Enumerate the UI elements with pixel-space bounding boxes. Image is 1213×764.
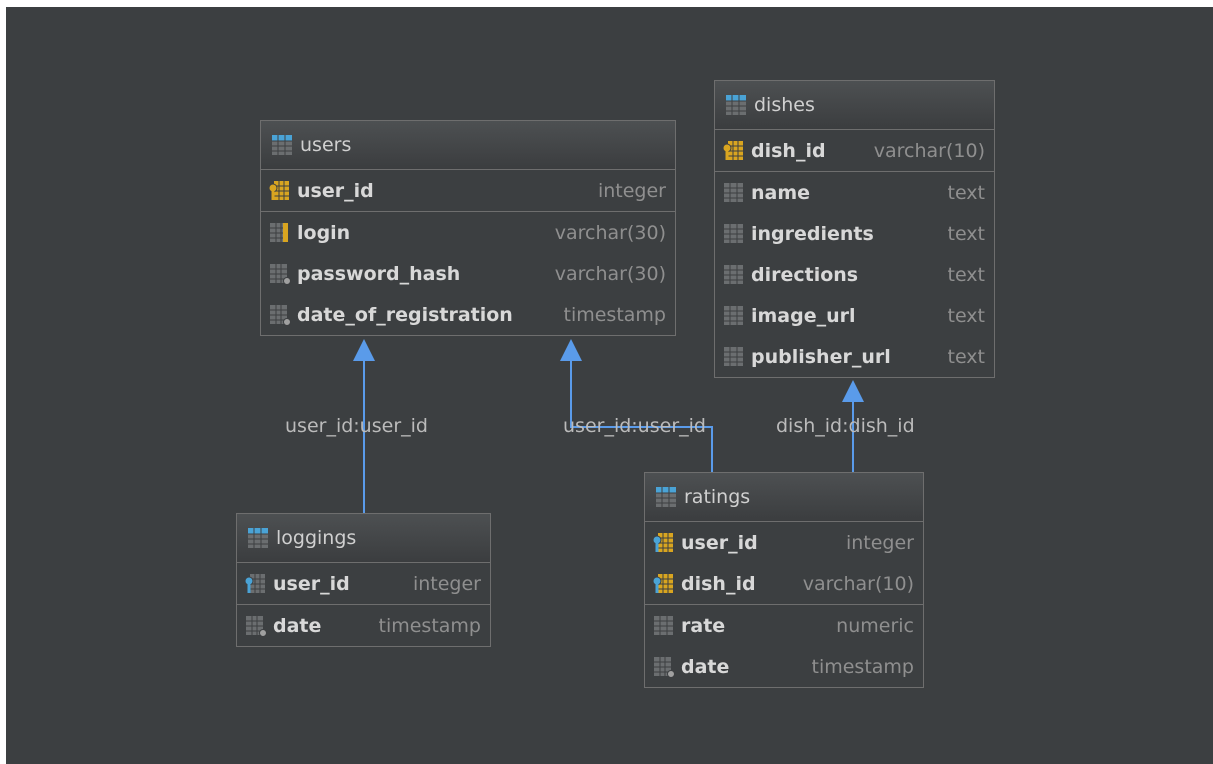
table-header[interactable]: dishes [715,81,994,130]
column-icon [722,182,746,204]
column-name: dish_id [681,572,756,595]
column-row[interactable]: dish_id varchar(10) [645,563,923,604]
column-type: varchar(10) [802,572,914,595]
foreign-key-icon [244,573,268,595]
table-icon [247,527,269,549]
column-row[interactable]: date timestamp [645,646,923,687]
columns-section: rate numeric date timestamp [645,605,923,687]
primary-key-section: user_id integer [261,170,675,212]
column-row[interactable]: publisher_url text [715,336,994,377]
column-name: date [681,655,730,678]
relationship-links [353,339,864,513]
column-name: user_id [681,531,758,554]
column-type: timestamp [563,303,667,326]
link-arrowhead [842,380,864,402]
columns-section: login varchar(30) password_hash varchar(… [261,212,675,335]
not-null-column-icon [268,263,292,285]
column-icon [722,305,746,327]
column-type: timestamp [378,614,482,637]
column-type: text [947,181,986,204]
column-name: name [751,181,811,204]
link-arrowhead [353,339,375,361]
table-icon [725,94,747,116]
column-type: text [947,222,986,245]
table-header[interactable]: loggings [237,514,490,563]
primary-key-icon [722,140,746,162]
table-icon [271,134,293,156]
link-label-loggings-users: user_id:user_id [285,415,428,437]
table-loggings[interactable]: loggings user_id integer date timestamp [236,513,491,647]
table-users[interactable]: users user_id integer login varchar(30) … [260,120,676,336]
link-arrowhead [560,339,582,361]
column-type: varchar(30) [554,262,666,285]
column-row[interactable]: user_id integer [645,522,923,563]
columns-section: name text ingredients text directions te… [715,172,994,377]
primary-key-section: dish_id varchar(10) [715,130,994,172]
column-type: varchar(10) [873,139,985,162]
not-null-column-icon [244,615,268,637]
table-header[interactable]: ratings [645,473,923,522]
column-type: numeric [836,614,914,637]
table-header[interactable]: users [261,121,675,170]
primary-foreign-key-icon [652,573,676,595]
column-row[interactable]: password_hash varchar(30) [261,253,675,294]
column-name: publisher_url [751,345,891,368]
table-dishes[interactable]: dishes dish_id varchar(10) name text ing… [714,80,995,378]
column-type: integer [412,572,481,595]
column-name: date_of_registration [297,303,513,326]
column-row[interactable]: user_id integer [237,563,490,604]
column-row[interactable]: user_id integer [261,170,675,211]
not-null-column-icon [268,304,292,326]
column-name: user_id [297,179,374,202]
column-icon [722,264,746,286]
table-name: loggings [276,527,357,549]
column-type: text [947,304,986,327]
column-row[interactable]: dish_id varchar(10) [715,130,994,171]
column-icon [722,223,746,245]
column-name: directions [751,263,859,286]
column-row[interactable]: rate numeric [645,605,923,646]
column-name: date [273,614,322,637]
column-icon [722,346,746,368]
primary-key-section: user_id integer dish_id varchar(10) [645,522,923,605]
table-ratings[interactable]: ratings user_id integer dish_id varchar(… [644,472,924,688]
not-null-column-icon [652,656,676,678]
column-row[interactable]: date_of_registration timestamp [261,294,675,335]
unique-column-icon [268,222,292,244]
column-type: integer [597,179,666,202]
column-name: password_hash [297,262,461,285]
column-type: text [947,345,986,368]
column-name: user_id [273,572,350,595]
column-row[interactable]: image_url text [715,295,994,336]
column-row[interactable]: directions text [715,254,994,295]
table-name: ratings [684,486,751,508]
column-name: dish_id [751,139,826,162]
column-name: rate [681,614,726,637]
primary-foreign-key-icon [652,532,676,554]
column-row[interactable]: login varchar(30) [261,212,675,253]
table-name: dishes [754,94,815,116]
column-type: text [947,263,986,286]
column-name: login [297,221,351,244]
column-row[interactable]: ingredients text [715,213,994,254]
column-row[interactable]: name text [715,172,994,213]
column-row[interactable]: date timestamp [237,605,490,646]
link-ratings-users[interactable] [560,339,713,472]
column-type: integer [845,531,914,554]
column-icon [652,615,676,637]
primary-key-section: user_id integer [237,563,490,605]
primary-key-icon [268,180,292,202]
link-label-ratings-dishes: dish_id:dish_id [776,415,915,437]
columns-section: date timestamp [237,605,490,646]
column-type: varchar(30) [554,221,666,244]
link-label-ratings-users: user_id:user_id [563,415,706,437]
column-name: ingredients [751,222,874,245]
table-icon [655,486,677,508]
table-name: users [300,134,352,156]
column-type: timestamp [811,655,915,678]
column-name: image_url [751,304,856,327]
